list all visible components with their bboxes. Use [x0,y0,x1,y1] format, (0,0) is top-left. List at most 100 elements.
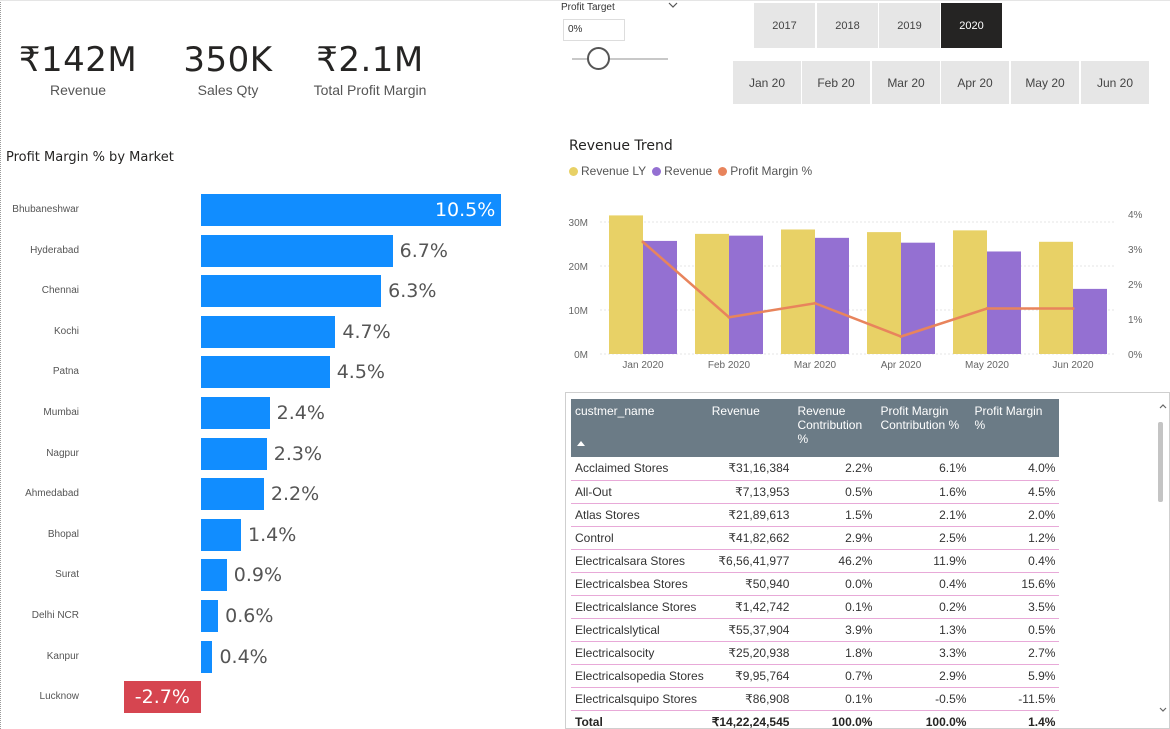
trend-y-tick: 30M [569,218,588,229]
trend-bar-revenue-feb-2020[interactable] [729,235,763,354]
market-bar-bhopal[interactable] [201,518,242,551]
table-cell: Electricalsbea Stores [571,572,708,596]
col-header-revenue-contribution[interactable]: Revenue Contribution % [793,399,877,457]
col-header-revenue[interactable]: Revenue [707,399,794,457]
trend-bar-revenue-ly-jan-2020[interactable] [609,215,643,354]
kpi-profit-margin-label: Total Profit Margin [313,82,427,98]
legend-item-revenue-ly[interactable]: Revenue LY [569,164,646,178]
month-button-apr-20[interactable]: Apr 20 [941,61,1009,104]
market-value-label-chennai: 6.3% [388,280,437,303]
trend-bar-revenue-apr-2020[interactable] [901,242,935,354]
table-row[interactable]: Electricalsquipo Stores ₹86,908 0.1% -0.5% -… [571,687,1060,711]
col-header-profit-margin-contribution[interactable]: Profit Margin Contribution % [876,399,971,457]
table-cell: Electricalslance Stores [571,595,708,619]
trend-y2-tick: 1% [1128,315,1143,326]
col-header-customer[interactable]: custmer_name [571,399,708,457]
table-row[interactable]: Electricalslytical ₹55,37,904 3.9% 1.3% 0.5% [571,618,1060,642]
month-button-feb-20[interactable]: Feb 20 [802,61,870,104]
market-chart-title: Profit Margin % by Market [6,150,174,165]
market-bar-mumbai[interactable] [201,397,270,429]
sort-ascending-icon[interactable] [577,439,585,448]
chevron-down-icon[interactable] [668,1,678,12]
table-cell: ₹21,89,613 [707,503,794,527]
kpi-profit-margin-value: ₹2.1M [316,40,424,80]
trend-bar-revenue-mar-2020[interactable] [815,237,849,354]
table-row[interactable]: Electricalsbea Stores ₹50,940 0.0% 0.4% 15.6… [571,572,1060,596]
canvas-top-rule [0,0,1170,1]
trend-point-profit-margin-jun-2020[interactable] [1071,307,1075,310]
market-label-delhi-ncr: Delhi NCR [31,610,79,621]
trend-point-profit-margin-jan-2020[interactable] [641,240,645,244]
legend-dot-revenue-ly [569,166,578,176]
market-bar-delhi-ncr[interactable] [201,600,219,632]
scroll-down-icon[interactable] [1159,706,1167,716]
customer-table-visual: custmer_name Revenue Revenue Contributio… [565,392,1170,729]
legend-label-revenue: Revenue [664,164,713,178]
table-row[interactable]: Control ₹41,82,662 2.9% 2.5% 1.2% [571,526,1060,550]
profit-target-input[interactable]: 0% [563,19,625,41]
table-row[interactable]: Electricalsara Stores ₹6,56,41,977 46.2% 11… [571,549,1060,573]
trend-point-profit-margin-may-2020[interactable] [985,307,989,310]
trend-bar-revenue-ly-feb-2020[interactable] [695,233,729,354]
table-cell: 46.2% [793,549,877,573]
legend-dot-revenue [652,166,662,176]
profit-target-title: Profit Target [561,2,615,13]
table-cell: 1.8% [793,641,877,665]
table-cell: 1.2% [970,526,1060,550]
table-cell: ₹1,42,742 [707,595,794,619]
market-bar-nagpur[interactable] [201,437,267,470]
trend-point-profit-margin-feb-2020[interactable] [727,315,731,319]
market-bar-hyderabad[interactable] [201,234,393,267]
market-bar-kanpur[interactable] [201,640,213,673]
table-cell: 3.3% [876,641,971,665]
table-row[interactable]: Electricalsopedia Stores ₹9,95,764 0.7% 2.9… [571,664,1060,688]
table-row[interactable]: Atlas Stores ₹21,89,613 1.5% 2.1% 2.0% [571,503,1060,527]
table-total-cell: ₹14,22,24,545 [711,714,790,729]
trend-bar-revenue-ly-may-2020[interactable] [953,230,987,354]
table-scrollbar-thumb[interactable] [1158,422,1163,502]
market-bar-surat[interactable] [201,559,227,592]
legend-item-profit-margin[interactable]: Profit Margin % [718,164,812,178]
trend-x-tick: Jun 2020 [1052,360,1094,371]
market-bar-chennai[interactable] [201,275,382,308]
market-bar-ahmedabad[interactable] [201,478,264,511]
year-button-2018[interactable]: 2018 [817,3,878,48]
table-cell: All-Out [571,480,708,504]
market-value-label-bhubaneshwar: 10.5% [434,199,496,221]
profit-target-slider-handle[interactable] [587,47,610,70]
table-row[interactable]: Acclaimed Stores ₹31,16,384 2.2% 6.1% 4.0% [571,457,1060,481]
trend-bar-revenue-ly-mar-2020[interactable] [781,229,815,354]
trend-bar-revenue-ly-jun-2020[interactable] [1039,241,1073,354]
market-bar-patna[interactable] [201,356,330,389]
trend-point-profit-margin-mar-2020[interactable] [813,301,817,305]
col-header-profit-margin[interactable]: Profit Margin % [970,399,1060,457]
month-button-jan-20[interactable]: Jan 20 [733,61,801,104]
table-cell: ₹6,56,41,977 [707,549,794,573]
trend-x-tick: Mar 2020 [794,360,837,371]
year-button-2017[interactable]: 2017 [754,3,815,48]
year-button-2019[interactable]: 2019 [879,3,940,48]
table-row[interactable]: Electricalslance Stores ₹1,42,742 0.1% 0.2%… [571,595,1060,619]
table-cell: Electricalsocity [571,641,708,665]
month-button-mar-20[interactable]: Mar 20 [872,61,940,104]
table-total-cell: 100.0% [925,714,967,729]
table-row[interactable]: Electricalsocity ₹25,20,938 1.8% 3.3% 2.7% [571,641,1060,665]
month-button-may-20[interactable]: May 20 [1011,61,1079,104]
trend-x-tick: Feb 2020 [708,360,751,371]
table-row[interactable]: All-Out ₹7,13,953 0.5% 1.6% 4.5% [571,480,1060,504]
month-button-jun-20[interactable]: Jun 20 [1081,61,1149,104]
table-cell: Acclaimed Stores [571,457,708,481]
market-label-bhopal: Bhopal [47,528,79,540]
trend-point-profit-margin-apr-2020[interactable] [899,335,903,338]
customer-table: custmer_name Revenue Revenue Contributio… [571,399,1060,729]
trend-x-tick: Jan 2020 [622,360,664,371]
table-cell: 1.3% [876,618,971,642]
trend-bar-revenue-jun-2020[interactable] [1073,288,1107,354]
legend-item-revenue[interactable]: Revenue [652,164,712,178]
year-button-2020[interactable]: 2020 [941,3,1002,48]
trend-x-tick: Apr 2020 [881,360,922,371]
trend-bar-revenue-may-2020[interactable] [987,251,1021,354]
scroll-up-icon[interactable] [1159,402,1167,412]
market-bar-kochi[interactable] [201,315,336,348]
kpi-revenue-value: ₹142M [18,40,138,80]
